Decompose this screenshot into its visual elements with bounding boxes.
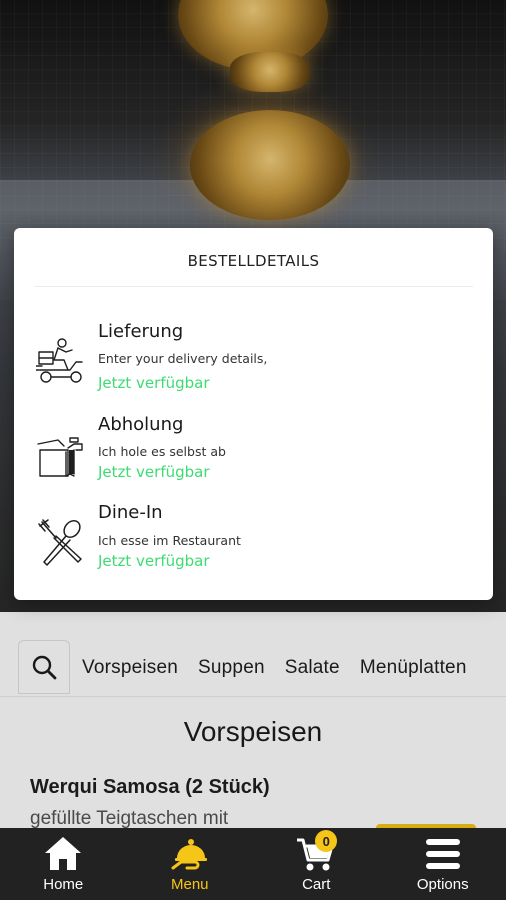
option-dine-in-status: Jetzt verfügbar xyxy=(98,552,210,570)
modal-divider xyxy=(34,286,473,287)
option-delivery-title: Lieferung xyxy=(98,321,184,342)
option-pickup-status: Jetzt verfügbar xyxy=(98,463,210,481)
nav-home-label: Home xyxy=(43,876,84,893)
pickup-bag-icon xyxy=(37,437,83,477)
option-delivery-subtitle: Enter your delivery details, xyxy=(98,351,268,366)
nav-options[interactable]: Options xyxy=(380,828,506,900)
delivery-scooter-icon xyxy=(36,338,83,383)
menu-cloche-icon xyxy=(171,839,207,870)
option-dine-in[interactable]: Dine-In Ich esse im Restaurant Jetzt ver… xyxy=(14,500,493,588)
nav-cart[interactable]: 0 Cart xyxy=(253,828,380,900)
hamburger-icon xyxy=(425,839,460,869)
fork-spoon-icon xyxy=(38,519,82,566)
nav-home[interactable]: Home xyxy=(0,828,127,900)
nav-options-label: Options xyxy=(416,876,469,893)
option-dine-in-title: Dine-In xyxy=(98,502,163,523)
option-pickup[interactable]: Abholung Ich hole es selbst ab Jetzt ver… xyxy=(14,410,493,498)
order-details-modal: BESTELLDETAILS Lieferung Enter your deli… xyxy=(14,228,493,600)
bottom-navigation: Home Menu 0 Cart Options xyxy=(0,828,506,900)
home-icon xyxy=(45,837,82,870)
modal-title: BESTELLDETAILS xyxy=(187,252,320,270)
cart-icon-wrap: 0 xyxy=(295,830,338,874)
nav-menu-label: Menu xyxy=(170,876,209,893)
option-pickup-subtitle: Ich hole es selbst ab xyxy=(98,444,226,459)
nav-cart-label: Cart xyxy=(302,876,331,893)
option-pickup-title: Abholung xyxy=(98,414,184,435)
option-dine-in-subtitle: Ich esse im Restaurant xyxy=(98,533,241,548)
option-delivery[interactable]: Lieferung Enter your delivery details, J… xyxy=(14,316,493,404)
option-delivery-status: Jetzt verfügbar xyxy=(98,374,210,392)
nav-menu[interactable]: Menu xyxy=(127,828,254,900)
